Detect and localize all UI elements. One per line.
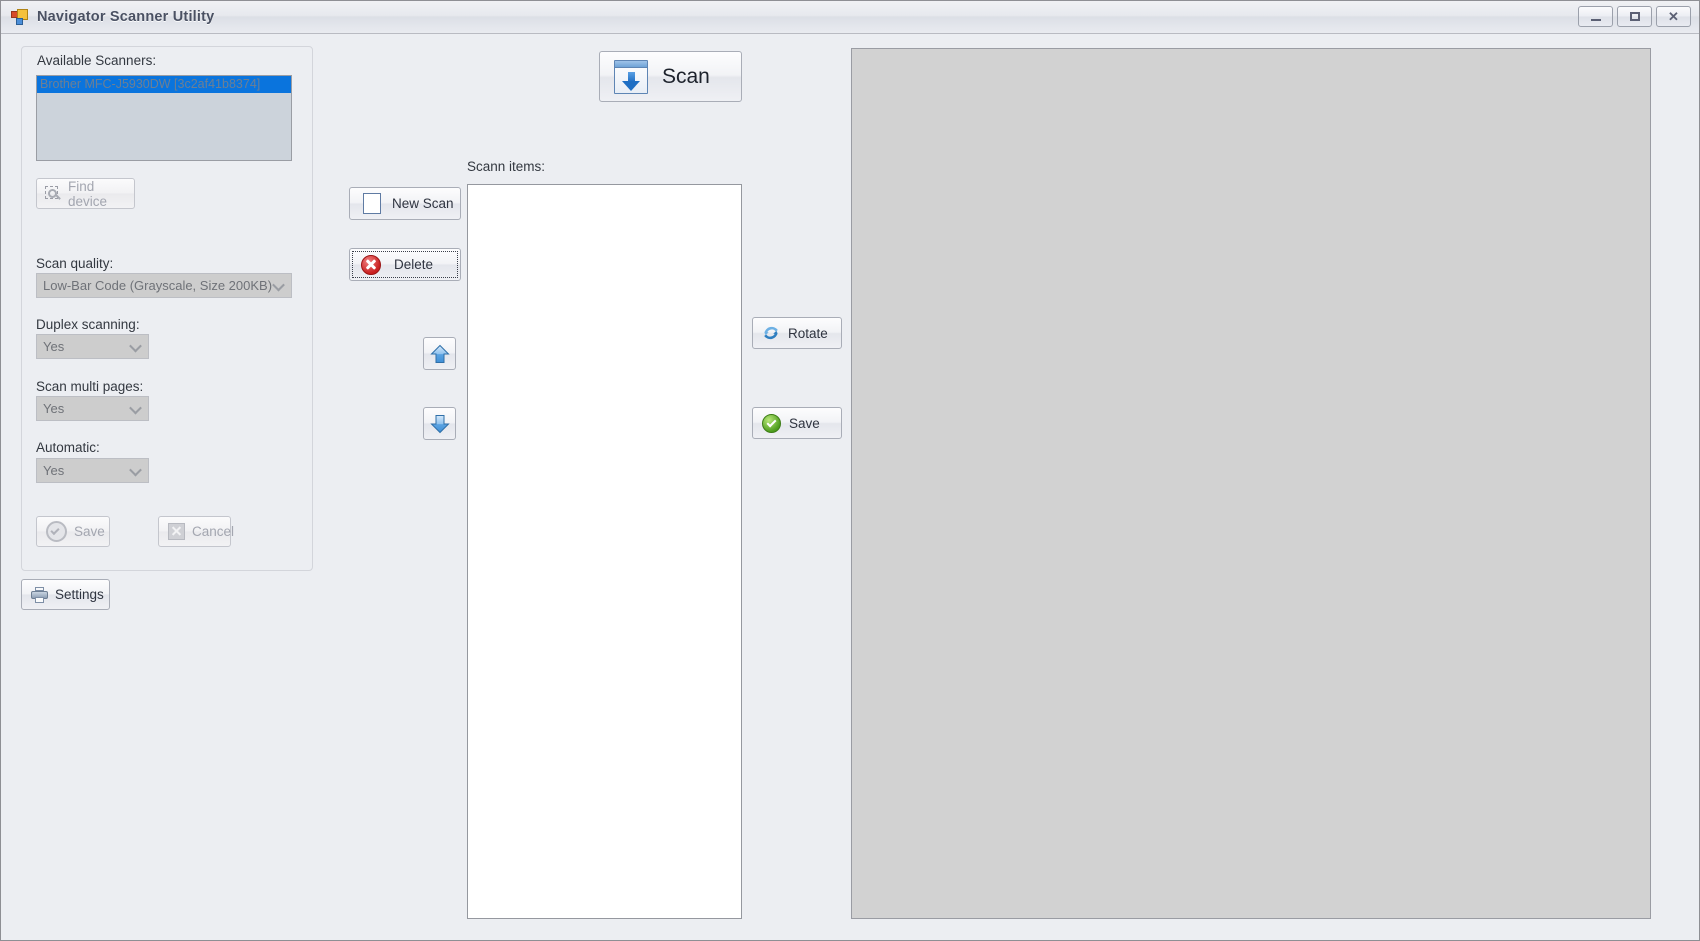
magnifier-icon <box>45 185 61 202</box>
window-controls: ✕ <box>1578 6 1691 27</box>
chevron-down-icon <box>272 278 285 291</box>
list-item[interactable]: Brother MFC-J5930DW [3c2af41b8374] <box>37 76 291 93</box>
minimize-icon <box>1590 18 1601 21</box>
save-image-label: Save <box>789 415 820 431</box>
delete-red-x-icon <box>361 254 381 275</box>
duplex-scanning-select[interactable]: Yes <box>36 334 149 359</box>
chevron-down-icon <box>129 339 142 352</box>
printer-icon <box>31 586 48 603</box>
settings-label: Settings <box>55 587 104 602</box>
x-box-icon <box>168 523 185 540</box>
scan-label: Scan <box>662 64 710 88</box>
close-icon: ✕ <box>1668 9 1679 24</box>
rotate-label: Rotate <box>788 325 828 341</box>
scan-multi-pages-value: Yes <box>43 401 65 416</box>
settings-button[interactable]: Settings <box>21 579 110 610</box>
app-form-icon <box>11 8 28 26</box>
preview-panel[interactable] <box>851 48 1651 919</box>
application-window: Navigator Scanner Utility ✕ Available Sc… <box>0 0 1700 941</box>
rotate-icon <box>762 324 780 342</box>
delete-label: Delete <box>394 257 434 272</box>
scanner-list[interactable]: Brother MFC-J5930DW [3c2af41b8374] <box>36 75 292 161</box>
move-up-button[interactable] <box>423 337 456 370</box>
find-device-button[interactable]: Find device <box>36 178 135 209</box>
move-down-button[interactable] <box>423 407 456 440</box>
delete-button[interactable]: Delete <box>349 248 461 281</box>
scan-quality-select[interactable]: Low-Bar Code (Grayscale, Size 200KB) <box>36 273 292 298</box>
minimize-button[interactable] <box>1578 6 1613 27</box>
scan-multi-pages-select[interactable]: Yes <box>36 396 149 421</box>
cancel-settings-button[interactable]: Cancel <box>158 516 235 547</box>
chevron-down-icon <box>129 401 142 414</box>
scann-items-label: Scann items: <box>467 159 546 174</box>
automatic-select[interactable]: Yes <box>36 458 149 483</box>
automatic-label: Automatic: <box>36 440 100 455</box>
save-settings-label: Save <box>74 524 105 539</box>
duplex-scanning-label: Duplex scanning: <box>36 317 140 332</box>
check-circle-icon <box>46 521 67 542</box>
automatic-value: Yes <box>43 463 65 478</box>
scan-download-icon <box>614 59 648 94</box>
find-device-label: Find device <box>68 178 108 209</box>
duplex-scanning-value: Yes <box>43 339 65 354</box>
available-scanners-label: Available Scanners: <box>37 53 157 68</box>
scan-quality-label: Scan quality: <box>36 256 114 271</box>
close-button[interactable]: ✕ <box>1656 6 1691 27</box>
chevron-down-icon <box>129 463 142 476</box>
blank-page-icon <box>363 193 381 214</box>
save-image-button[interactable]: Save <box>752 407 842 439</box>
new-scan-label: New Scan <box>392 196 454 211</box>
arrow-up-icon <box>430 344 449 363</box>
scan-button[interactable]: Scan <box>599 51 742 102</box>
save-settings-button[interactable]: Save <box>36 516 110 547</box>
maximize-button[interactable] <box>1617 6 1652 27</box>
cancel-settings-label: Cancel <box>192 524 235 539</box>
scan-items-list[interactable] <box>467 184 742 919</box>
title-bar: Navigator Scanner Utility ✕ <box>1 1 1699 34</box>
scan-quality-value: Low-Bar Code (Grayscale, Size 200KB) <box>43 278 273 293</box>
rotate-button[interactable]: Rotate <box>752 317 842 349</box>
arrow-down-icon <box>430 414 449 433</box>
check-circle-green-icon <box>762 413 781 433</box>
maximize-icon <box>1629 12 1640 21</box>
scan-multi-pages-label: Scan multi pages: <box>36 379 144 394</box>
new-scan-button[interactable]: New Scan <box>349 187 461 220</box>
window-title: Navigator Scanner Utility <box>37 9 215 25</box>
